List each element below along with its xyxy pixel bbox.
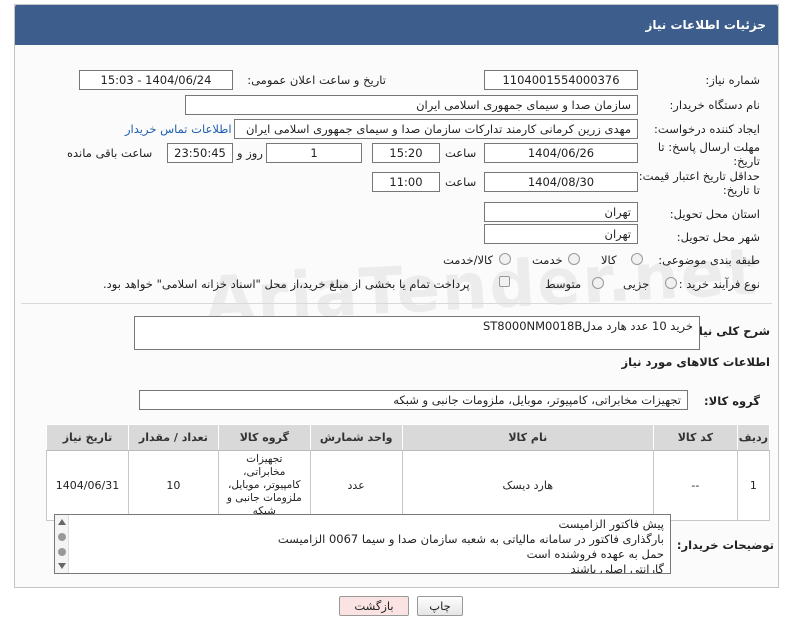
col-header-goods-name: نام کالا (401, 424, 654, 451)
scrollbar-arrows-icon (58, 519, 66, 569)
back-button[interactable]: بازگشت (339, 596, 409, 616)
price-time-field: 11:00 (372, 172, 440, 192)
description-field: خرید 10 عدد هارد مدلST8000NM0018B (134, 316, 700, 350)
days-field: 1 (266, 143, 362, 163)
table-row: 1 -- هارد دیسک عدد تجهیزات مخابراتی، کام… (46, 450, 771, 521)
requester-field: مهدی زرین کرمانی کارمند تدارکات سازمان ص… (234, 119, 638, 139)
category-option-goods: کالا (601, 253, 617, 267)
goods-table: ردیف کد کالا نام کالا واحد شمارش گروه کا… (46, 424, 771, 521)
reply-time-field: 15:20 (372, 143, 440, 163)
description-label: شرح کلی نیاز: (687, 324, 770, 338)
table-header-row: ردیف کد کالا نام کالا واحد شمارش گروه کا… (46, 424, 771, 451)
cell-goods-group: تجهیزات مخابراتی، کامپیوتر، موبایل، ملزو… (217, 450, 311, 521)
process-radio-minor[interactable] (665, 277, 677, 289)
buyer-notes-label: توضیحات خریدار: (676, 538, 774, 552)
remaining-time-field: 23:50:45 (167, 143, 233, 163)
buyer-notes-field: پیش فاکتور الزامیست بارگذاری فاکتور در س… (54, 514, 671, 574)
remaining-time-label: ساعت باقی مانده (67, 146, 153, 160)
process-option-medium: متوسط (545, 277, 582, 291)
category-label: طبقه بندی موضوعی: (658, 253, 760, 267)
section-divider (21, 303, 772, 304)
price-time-label: ساعت (445, 175, 477, 189)
process-radio-medium[interactable] (592, 277, 604, 289)
col-header-quantity: تعداد / مقدار (128, 424, 219, 451)
treasury-payment-note: پرداخت تمام یا بخشی از مبلغ خرید،از محل … (103, 277, 470, 291)
reply-deadline-label: مهلت ارسال پاسخ: تا تاریخ: (657, 140, 760, 168)
need-number-field: 1104001554000376 (484, 70, 638, 90)
category-option-service: خدمت (532, 253, 563, 267)
cell-unit: عدد (309, 450, 403, 521)
treasury-payment-checkbox[interactable] (499, 276, 510, 287)
print-button[interactable]: چاپ (417, 596, 463, 616)
cell-goods-name: هارد دیسک (401, 450, 654, 521)
reply-date-field: 1404/06/26 (484, 143, 638, 163)
cell-need-date: 1404/06/31 (46, 450, 129, 521)
panel-title: جزئیات اطلاعات نیاز (15, 5, 778, 45)
city-label: شهر محل تحویل: (676, 230, 760, 244)
note-line: پیش فاکتور الزامیست (558, 517, 664, 531)
category-radio-goods-service[interactable] (499, 253, 511, 265)
note-line: حمل به عهده فروشنده است (526, 547, 664, 561)
category-option-goods-service: کالا/خدمت (443, 253, 494, 267)
col-header-unit: واحد شمارش (309, 424, 403, 451)
note-line: گارانتی اصلی باشند (570, 562, 665, 574)
goods-group-field: تجهیزات مخابراتی، کامپیوتر، موبایل، ملزو… (139, 390, 688, 410)
announce-date-label: تاریخ و ساعت اعلان عمومی: (247, 73, 386, 87)
price-deadline-label: حداقل تاریخ اعتبار قیمت: تا تاریخ: (638, 169, 760, 197)
cell-row-number: 1 (736, 450, 771, 521)
buyer-org-label: نام دستگاه خریدار: (669, 98, 760, 112)
category-radio-goods[interactable] (631, 253, 643, 265)
days-label: روز و (237, 146, 263, 160)
goods-section-title: اطلاعات کالاهای مورد نیاز (621, 355, 770, 369)
note-line: بارگذاری فاکتور در سامانه مالیاتی به شعب… (277, 532, 664, 546)
need-number-label: شماره نیاز: (705, 73, 760, 87)
reply-time-label: ساعت (445, 146, 477, 160)
cell-goods-code: -- (652, 450, 738, 521)
col-header-goods-code: کد کالا (652, 424, 738, 451)
city-field: تهران (484, 224, 638, 244)
province-field: تهران (484, 202, 638, 222)
price-date-field: 1404/08/30 (484, 172, 638, 192)
buyer-contact-link[interactable]: اطلاعات تماس خریدار (125, 122, 232, 136)
process-label: نوع فرآیند خرید : (678, 277, 760, 291)
province-label: استان محل تحویل: (669, 207, 760, 221)
notes-scrollbar[interactable] (55, 515, 69, 573)
category-radio-service[interactable] (568, 253, 580, 265)
process-option-minor: جزیی (623, 277, 650, 291)
announce-date-field: 1404/06/24 - 15:03 (79, 70, 233, 90)
col-header-goods-group: گروه کالا (217, 424, 311, 451)
col-header-row-number: ردیف (736, 424, 771, 451)
buyer-org-field: سازمان صدا و سیمای جمهوری اسلامی ایران (185, 95, 638, 115)
col-header-need-date: تاریخ نیاز (46, 424, 129, 451)
requester-label: ایجاد کننده درخواست: (654, 122, 760, 136)
goods-group-label: گروه کالا: (704, 394, 760, 408)
cell-quantity: 10 (128, 450, 219, 521)
